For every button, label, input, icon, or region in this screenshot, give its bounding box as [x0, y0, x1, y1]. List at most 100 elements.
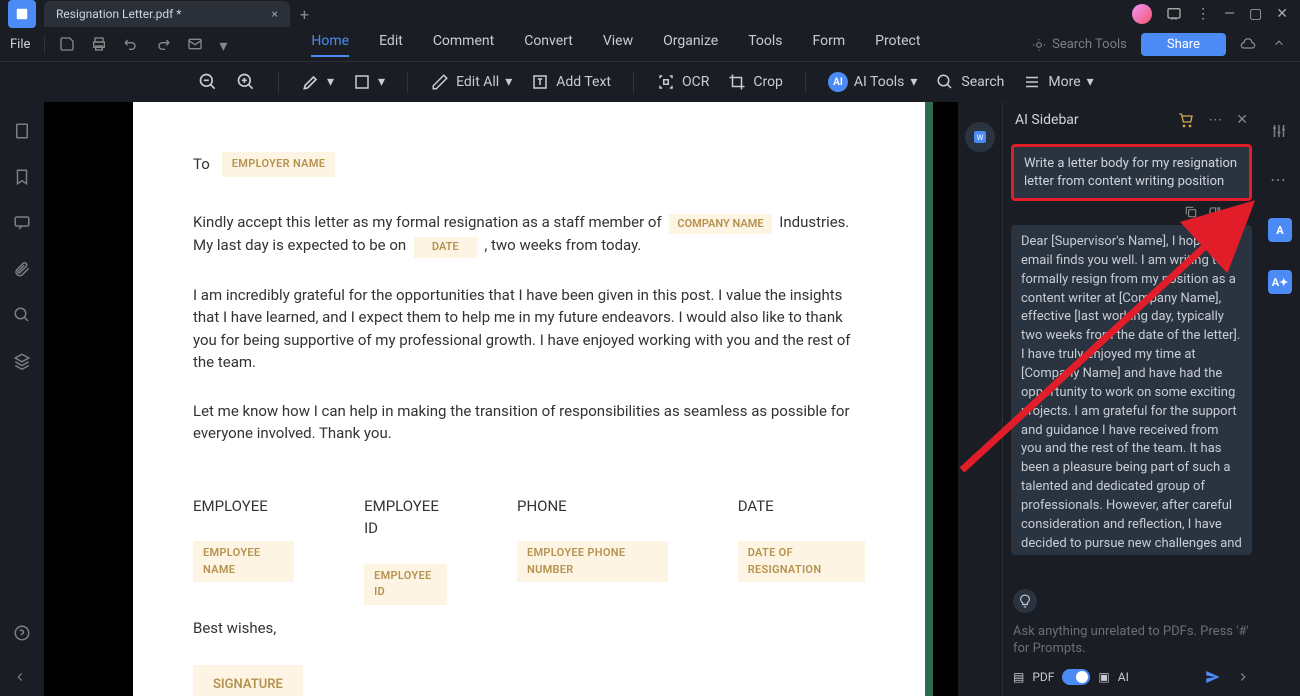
close-sidebar-icon[interactable]: ✕: [1236, 112, 1248, 128]
page-thumbnails-icon[interactable]: [13, 122, 31, 140]
tab-title: Resignation Letter.pdf *: [56, 7, 181, 21]
add-text-label: Add Text: [556, 74, 611, 90]
thumbs-down-icon[interactable]: [1208, 205, 1222, 219]
save-icon[interactable]: [59, 36, 77, 54]
rectangle-icon: [352, 72, 372, 92]
crop-button[interactable]: Crop: [727, 72, 783, 92]
zoom-out-icon: [198, 72, 218, 92]
document-viewer[interactable]: X To EMPLOYER NAME Kindly accept this le…: [44, 102, 958, 696]
share-button[interactable]: Share: [1141, 33, 1226, 56]
cloud-icon[interactable]: [1240, 36, 1258, 54]
to-label: To: [193, 153, 210, 176]
ai-response-text: Dear [Supervisor's Name], I hope this em…: [1011, 225, 1252, 555]
field-employee-name[interactable]: EMPLOYEE NAME: [193, 541, 294, 582]
layers-icon[interactable]: [13, 352, 31, 370]
ai-translate-alt-icon[interactable]: A✦: [1268, 270, 1292, 294]
copy-icon[interactable]: [1184, 205, 1198, 219]
more-vertical-icon[interactable]: ⋯: [1270, 170, 1290, 190]
kebab-menu-icon[interactable]: ⋮: [1196, 6, 1210, 22]
mail-icon[interactable]: [187, 36, 205, 54]
filebar: File ▾ Home Edit Comment Convert View Or…: [0, 28, 1300, 62]
zoom-out-button[interactable]: [198, 72, 218, 92]
ai-tools-button[interactable]: AIAI Tools▾: [828, 72, 917, 92]
zoom-in-icon: [236, 72, 256, 92]
print-icon[interactable]: [91, 36, 109, 54]
divider: [407, 71, 408, 93]
undo-icon[interactable]: [123, 36, 141, 54]
add-text-button[interactable]: Add Text: [530, 72, 611, 92]
menu-tools[interactable]: Tools: [748, 33, 782, 57]
attachment-icon[interactable]: [13, 260, 31, 278]
insert-icon[interactable]: [1232, 205, 1246, 219]
col-employee: EMPLOYEE: [193, 495, 294, 518]
menu-edit[interactable]: Edit: [379, 33, 403, 57]
redo-icon[interactable]: [155, 36, 173, 54]
help-icon[interactable]: [13, 624, 31, 642]
user-avatar-icon[interactable]: [1132, 4, 1152, 24]
dropdown-more-icon[interactable]: ▾: [219, 36, 237, 54]
more-button[interactable]: More▾: [1022, 72, 1093, 92]
menu-protect[interactable]: Protect: [875, 33, 920, 57]
minimize-icon[interactable]: —: [1224, 6, 1235, 22]
menu-view[interactable]: View: [603, 33, 633, 57]
highlight-button[interactable]: ▾: [301, 72, 334, 92]
prompt-text: Write a letter body for my resignation l…: [1024, 156, 1237, 189]
maximize-icon[interactable]: ▢: [1249, 6, 1262, 22]
divider: [44, 36, 45, 54]
field-company-name[interactable]: COMPANY NAME: [669, 214, 771, 235]
ai-translate-icon[interactable]: A: [1268, 218, 1292, 242]
divider: [805, 71, 806, 93]
ai-mode-icon: ▣: [1098, 670, 1109, 684]
pen-icon: [430, 72, 450, 92]
divider: [278, 71, 279, 93]
field-date-resignation[interactable]: DATE OF RESIGNATION: [738, 541, 865, 582]
file-menu-button[interactable]: File: [10, 37, 30, 52]
ai-assistant-avatar-icon[interactable]: W: [965, 122, 995, 152]
zoom-in-button[interactable]: [236, 72, 256, 92]
new-tab-button[interactable]: +: [300, 5, 309, 24]
send-icon[interactable]: [1204, 668, 1222, 686]
tab-document[interactable]: Resignation Letter.pdf * ×: [44, 1, 290, 27]
shape-button[interactable]: ▾: [352, 72, 385, 92]
menu-comment[interactable]: Comment: [433, 33, 494, 57]
collapse-ribbon-icon[interactable]: [1272, 36, 1290, 54]
suggestions-icon[interactable]: [1013, 589, 1037, 613]
edit-all-button[interactable]: Edit All▾: [430, 72, 512, 92]
menu-home[interactable]: Home: [311, 33, 349, 57]
search-tools[interactable]: Search Tools: [1032, 37, 1127, 52]
collapse-left-icon[interactable]: [13, 670, 31, 688]
properties-icon[interactable]: [1270, 122, 1290, 142]
more-options-icon[interactable]: ⋯: [1208, 112, 1222, 128]
close-window-icon[interactable]: ✕: [1276, 6, 1288, 22]
mode-pdf-label: PDF: [1032, 670, 1054, 684]
body-text-1c: , two weeks from today.: [481, 236, 642, 254]
search-button[interactable]: Search: [935, 72, 1004, 92]
ai-avatar-column: W: [958, 102, 1002, 696]
field-employer-name[interactable]: EMPLOYER NAME: [222, 152, 335, 177]
field-date[interactable]: DATE: [414, 237, 477, 258]
mode-toggle[interactable]: [1062, 669, 1090, 685]
chat-icon[interactable]: [1166, 6, 1182, 22]
mode-ai-label: AI: [1118, 670, 1129, 684]
menu-convert[interactable]: Convert: [524, 33, 573, 57]
search-tools-label: Search Tools: [1052, 37, 1127, 52]
expand-right-icon[interactable]: [1236, 670, 1250, 684]
search-label: Search: [961, 74, 1004, 90]
signature-fields: EMPLOYEE EMPLOYEE NAME EMPLOYEE ID EMPLO…: [193, 495, 865, 605]
field-signature[interactable]: SIGNATURE: [193, 665, 303, 696]
ocr-button[interactable]: OCR: [656, 72, 709, 92]
cart-icon[interactable]: [1178, 112, 1194, 128]
field-phone[interactable]: EMPLOYEE PHONE NUMBER: [517, 541, 668, 582]
comment-icon[interactable]: [13, 214, 31, 232]
field-employee-id[interactable]: EMPLOYEE ID: [364, 564, 447, 605]
pdf-page: X To EMPLOYER NAME Kindly accept this le…: [133, 102, 925, 696]
ai-input[interactable]: Ask anything unrelated to PDFs. Press '#…: [1013, 623, 1250, 658]
search-panel-icon[interactable]: [13, 306, 31, 324]
bookmark-icon[interactable]: [13, 168, 31, 186]
ocr-icon: [656, 72, 676, 92]
menu-form[interactable]: Form: [813, 33, 846, 57]
text-icon: [530, 72, 550, 92]
tab-close-icon[interactable]: ×: [271, 7, 277, 21]
highlighter-icon: [301, 72, 321, 92]
menu-organize[interactable]: Organize: [663, 33, 718, 57]
